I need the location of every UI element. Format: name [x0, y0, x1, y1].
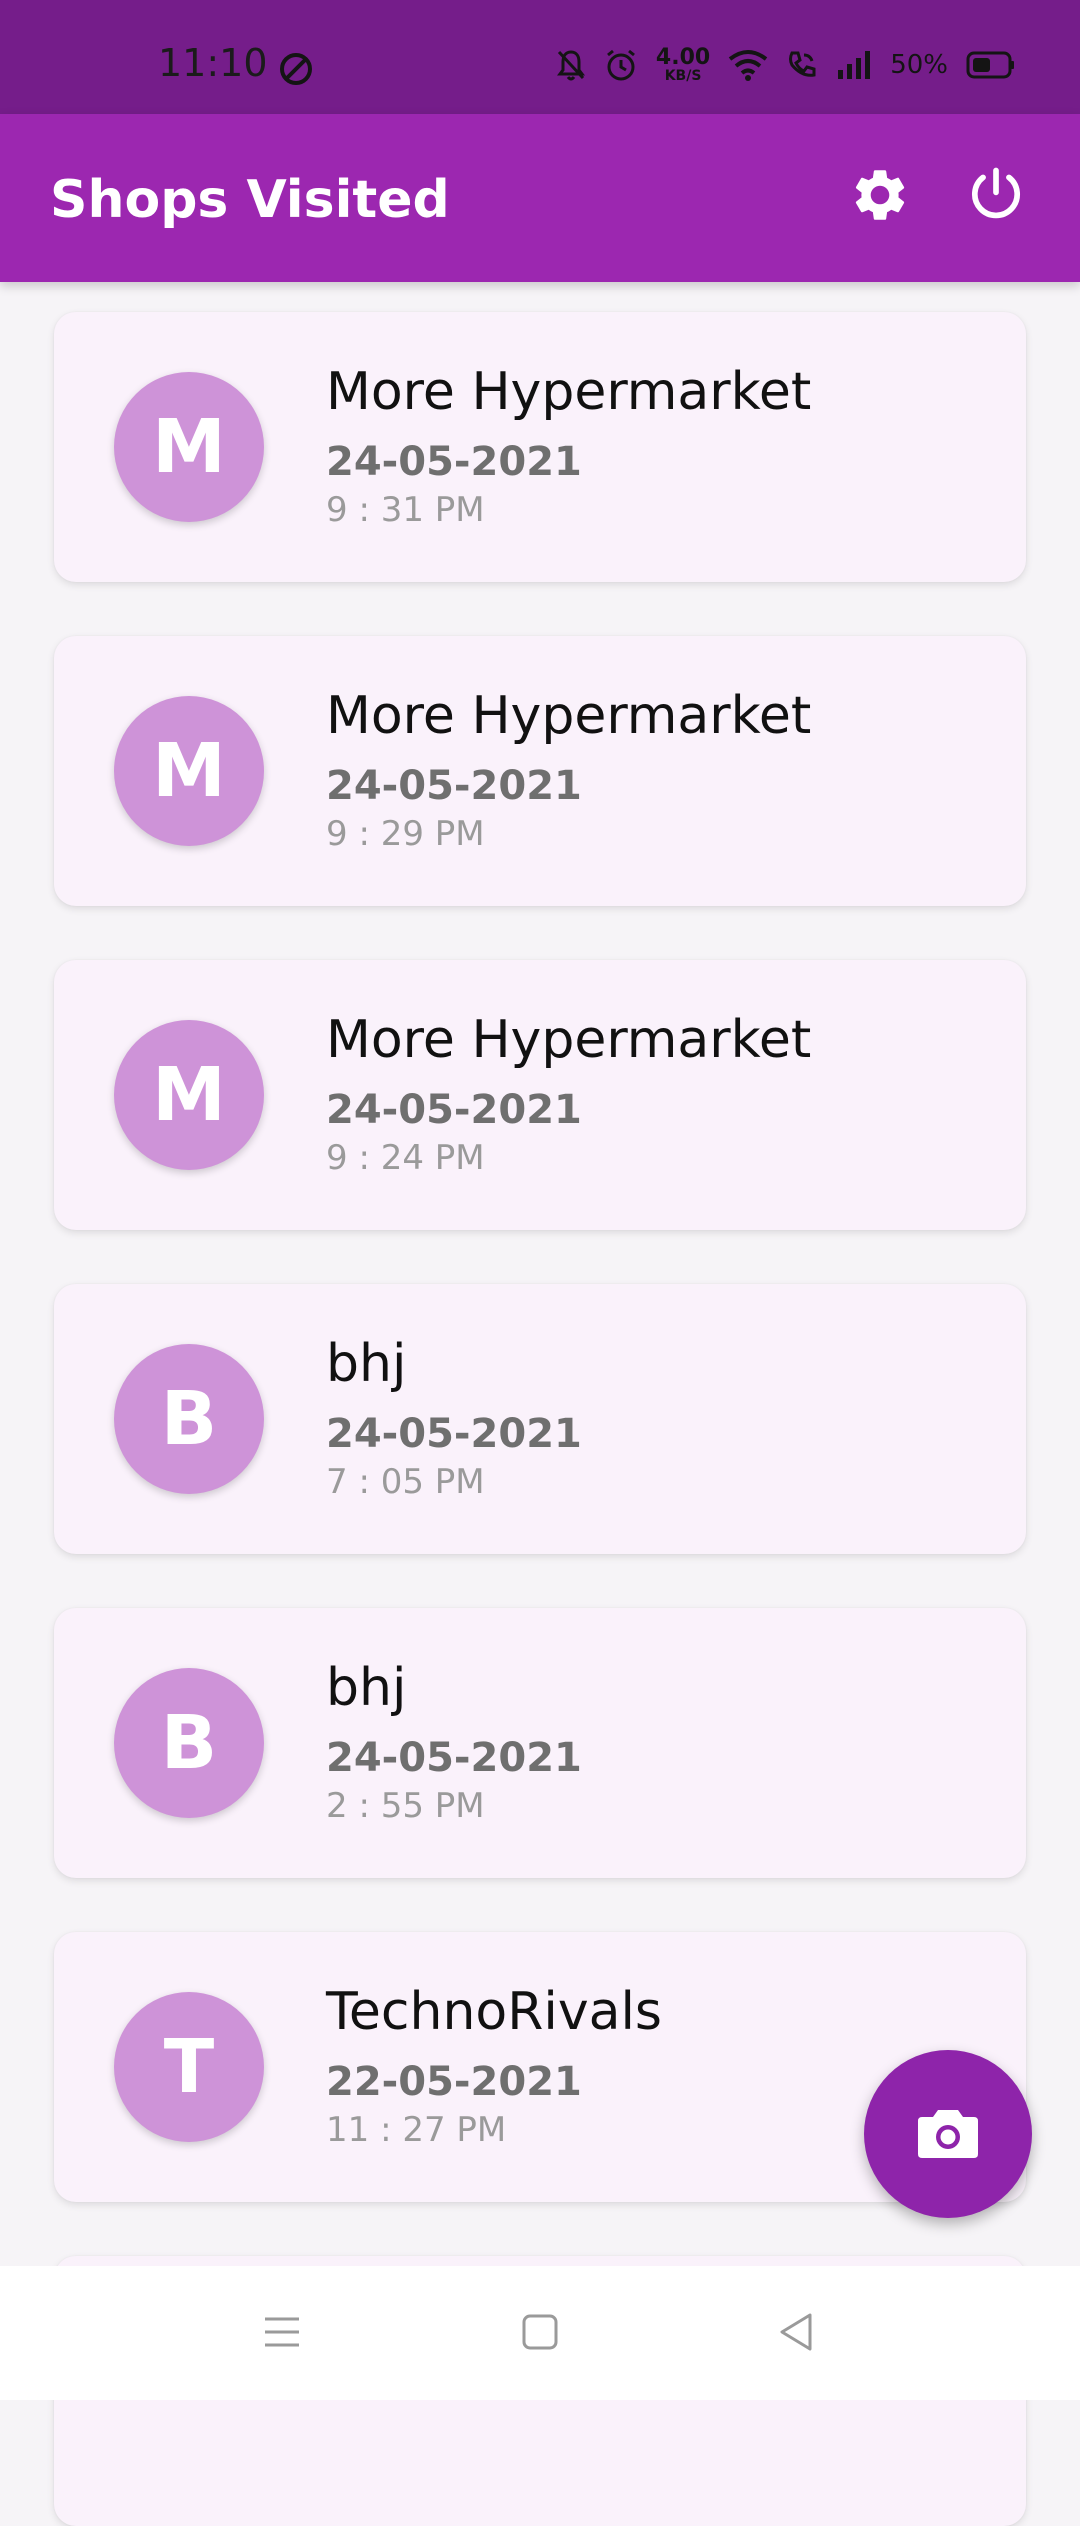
system-nav-bar	[0, 2266, 1080, 2400]
visit-card[interactable]: M More Hypermarket 24-05-2021 9 : 31 PM	[54, 312, 1026, 582]
visit-card[interactable]: B bhj 24-05-2021 7 : 05 PM	[54, 1284, 1026, 1554]
home-button[interactable]	[516, 2310, 564, 2358]
visit-date: 22-05-2021	[326, 2059, 582, 2105]
visit-date: 24-05-2021	[326, 1087, 582, 1133]
menu-icon	[262, 2314, 302, 2354]
visit-date: 24-05-2021	[326, 763, 582, 809]
settings-button[interactable]	[844, 161, 916, 233]
camera-icon	[916, 2104, 980, 2164]
visit-card[interactable]: M More Hypermarket 24-05-2021 9 : 24 PM	[54, 960, 1026, 1230]
power-icon	[965, 164, 1027, 230]
visit-card[interactable]: B bhj 24-05-2021 2 : 55 PM	[54, 1608, 1026, 1878]
back-button[interactable]	[772, 2310, 820, 2358]
visit-time: 9 : 31 PM	[326, 490, 485, 530]
network-speed-unit: KB/S	[664, 68, 702, 84]
avatar: M	[114, 372, 264, 522]
shop-name: bhj	[326, 1658, 407, 1718]
shop-name: More Hypermarket	[326, 686, 812, 746]
recent-apps-button[interactable]	[258, 2310, 306, 2358]
avatar: M	[114, 696, 264, 846]
visit-time: 11 : 27 PM	[326, 2110, 507, 2150]
logout-button[interactable]	[960, 161, 1032, 233]
page-title: Shops Visited	[50, 170, 450, 230]
visit-time: 9 : 29 PM	[326, 814, 485, 854]
camera-button[interactable]	[864, 2050, 1032, 2218]
wifi-icon	[728, 49, 768, 81]
visit-date: 24-05-2021	[326, 1411, 582, 1457]
mute-bell-icon	[556, 48, 586, 82]
network-speed-value: 4.00	[655, 45, 711, 70]
visit-card[interactable]: M More Hypermarket 24-05-2021 9 : 29 PM	[54, 636, 1026, 906]
battery-icon	[966, 50, 1016, 80]
status-time: 11:10	[158, 41, 268, 85]
shop-name: bhj	[326, 1334, 407, 1394]
signal-icon	[836, 50, 872, 80]
battery-percent: 50%	[890, 50, 948, 80]
avatar: B	[114, 1344, 264, 1494]
avatar: M	[114, 1020, 264, 1170]
avatar: B	[114, 1668, 264, 1818]
shop-name: TechnoRivals	[326, 1982, 662, 2042]
shop-name: More Hypermarket	[326, 1010, 812, 1070]
visit-time: 2 : 55 PM	[326, 1786, 485, 1826]
do-not-disturb-icon	[278, 51, 314, 87]
status-bar: 11:10 4.00 KB/S 50%	[0, 0, 1080, 114]
wifi-calling-icon	[786, 49, 818, 81]
alarm-icon	[604, 48, 638, 82]
visit-time: 7 : 05 PM	[326, 1462, 485, 1502]
visit-date: 24-05-2021	[326, 439, 582, 485]
status-icons: 4.00 KB/S 50%	[556, 42, 1016, 88]
home-icon	[520, 2312, 560, 2356]
settings-icon	[849, 164, 911, 230]
network-speed: 4.00 KB/S	[655, 45, 711, 84]
back-icon	[776, 2311, 816, 2357]
avatar: T	[114, 1992, 264, 2142]
visit-time: 9 : 24 PM	[326, 1138, 485, 1178]
app-bar: Shops Visited	[0, 114, 1080, 282]
visit-date: 24-05-2021	[326, 1735, 582, 1781]
shop-name: More Hypermarket	[326, 362, 812, 422]
